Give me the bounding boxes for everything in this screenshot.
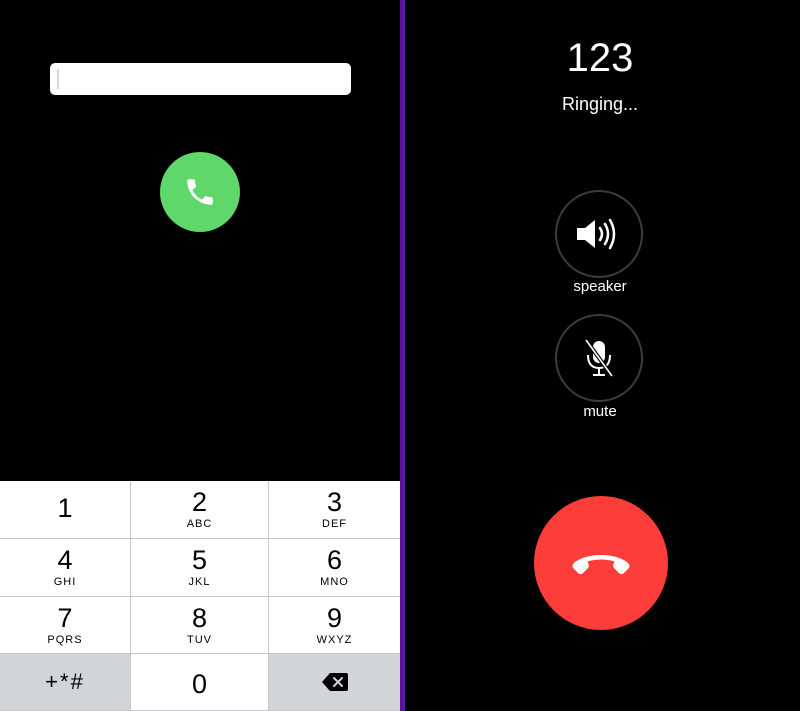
phone-screen: 1 2 ABC 3 DEF 4 GHI 5 JKL 6 MNO 7 PQRS 8… [0,0,800,711]
key-digit: 7 [57,602,73,633]
keypad: 1 2 ABC 3 DEF 4 GHI 5 JKL 6 MNO 7 PQRS 8… [0,481,400,711]
key-3[interactable]: 3 DEF [269,481,400,539]
key-8[interactable]: 8 TUV [131,597,269,654]
key-5[interactable]: 5 JKL [131,539,269,597]
microphone-muted-icon [584,338,614,378]
key-letters: JKL [188,576,211,588]
end-call-button[interactable] [534,496,668,630]
backspace-icon [321,673,348,691]
key-letters: WXYZ [316,633,353,646]
key-digit: 4 [57,545,73,575]
call-status: Ringing... [561,94,639,114]
key-digit: 6 [326,545,343,575]
caller-number: 123 [566,36,634,80]
key-digit: 5 [191,545,208,575]
key-1[interactable]: 1 [0,481,131,539]
backspace-button[interactable] [269,654,400,711]
symbols-label: +*# [45,669,85,694]
key-4[interactable]: 4 GHI [0,539,131,597]
key-symbols[interactable]: +*# [0,654,131,711]
speaker-icon [577,218,616,250]
key-9[interactable]: 9 WXYZ [269,597,400,654]
key-digit: 3 [326,487,343,517]
key-0[interactable]: 0 [131,654,269,711]
speaker-label: speaker [573,278,627,295]
hang-up-icon [572,555,630,575]
key-letters: TUV [187,633,212,646]
key-letters: ABC [186,518,213,530]
phone-number-input[interactable] [50,63,351,95]
key-letters: MNO [320,576,349,588]
key-6[interactable]: 6 MNO [269,539,400,597]
text-cursor [57,69,59,89]
key-2[interactable]: 2 ABC [131,481,269,539]
phone-icon [187,179,213,205]
key-digit: 9 [326,602,343,633]
speaker-button[interactable] [555,190,643,278]
key-7[interactable]: 7 PQRS [0,597,131,654]
call-button[interactable] [160,152,240,232]
key-digit: 0 [191,668,208,699]
key-digit: 1 [57,492,73,523]
key-letters: PQRS [47,633,83,646]
key-letters: DEF [322,518,347,530]
dialer-panel: 1 2 ABC 3 DEF 4 GHI 5 JKL 6 MNO 7 PQRS 8… [0,0,400,711]
key-digit: 2 [191,487,208,517]
in-call-panel: 123 Ringing... speaker mute [405,0,800,711]
key-digit: 8 [191,602,208,633]
key-letters: GHI [53,576,77,588]
mute-button[interactable] [555,314,643,402]
mute-label: mute [583,403,617,420]
